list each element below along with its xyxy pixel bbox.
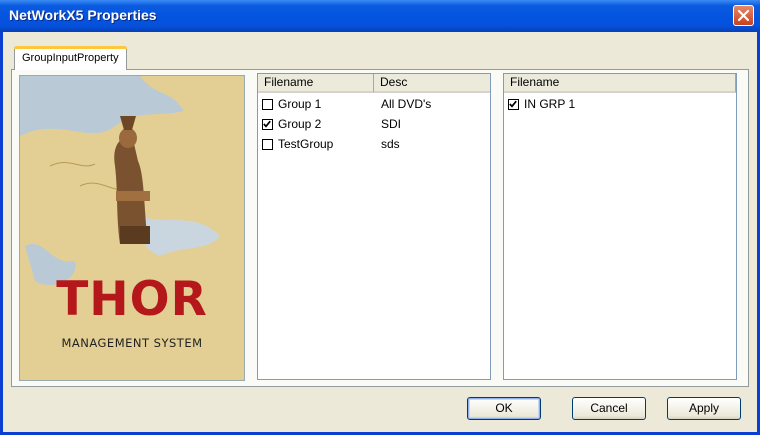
apply-button[interactable]: Apply (667, 397, 741, 420)
checkmark-icon (509, 100, 517, 108)
testgroup-checkbox[interactable] (262, 139, 273, 150)
list-item-name: TestGroup (278, 137, 334, 151)
tab-panel: THOR MANAGEMENT SYSTEM Filename Desc Gro… (11, 69, 749, 387)
groups-list[interactable]: Filename Desc Group 1 All DVD's Group 2 … (257, 73, 491, 380)
close-button[interactable] (733, 5, 754, 26)
logo-tagline: MANAGEMENT SYSTEM (61, 336, 203, 350)
logo-brand-text: THOR (56, 272, 208, 327)
list-item-name: Group 1 (278, 97, 322, 111)
group-2-checkbox[interactable] (262, 119, 273, 130)
cancel-button[interactable]: Cancel (572, 397, 646, 420)
dialog-client-area: GroupInputProperty THOR MANAGEMENT SYSTE… (3, 32, 757, 432)
column-header-filename[interactable]: Filename (258, 74, 374, 93)
list-item-name: IN GRP 1 (524, 97, 576, 111)
column-header-desc[interactable]: Desc (374, 74, 490, 93)
in-grp-1-checkbox[interactable] (508, 99, 519, 110)
close-icon (737, 9, 750, 22)
list-item-desc: All DVD's (381, 97, 432, 111)
group-1-checkbox[interactable] (262, 99, 273, 110)
ok-button[interactable]: OK (467, 397, 541, 420)
column-header-filename[interactable]: Filename (504, 74, 736, 93)
tab-group-input-property[interactable]: GroupInputProperty (14, 46, 127, 70)
list-item-desc: SDI (381, 117, 402, 131)
inputs-list[interactable]: Filename IN GRP 1 (503, 73, 737, 380)
dialog-window: NetWorkX5 Properties GroupInputProperty (0, 0, 760, 435)
checkmark-icon (263, 120, 271, 128)
window-title: NetWorkX5 Properties (9, 7, 157, 23)
title-bar[interactable]: NetWorkX5 Properties (0, 0, 760, 32)
list-item-desc: sds (381, 137, 400, 151)
europe-map-icon (20, 76, 244, 380)
list-item-name: Group 2 (278, 117, 322, 131)
thor-logo-image: THOR MANAGEMENT SYSTEM (19, 75, 245, 381)
